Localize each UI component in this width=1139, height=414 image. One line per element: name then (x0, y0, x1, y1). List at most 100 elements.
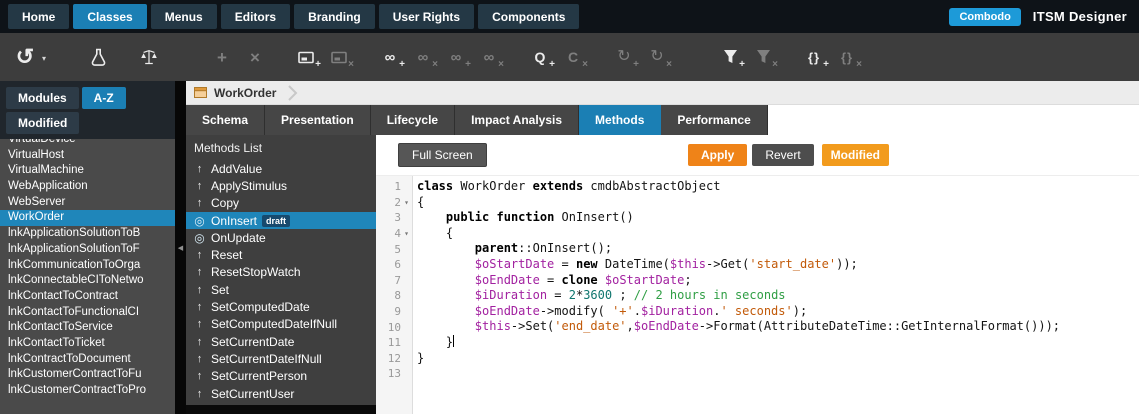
method-item-onupdate[interactable]: ◎OnUpdate (186, 229, 376, 246)
class-list-viewport[interactable]: VirtualDeviceVirtualHostVirtualMachineWe… (0, 139, 175, 414)
method-item-resetstopwatch[interactable]: ↑ ResetStopWatch (186, 264, 376, 281)
code-line[interactable]: class WorkOrder extends cmdbAbstractObje… (417, 179, 1139, 195)
method-item-reset[interactable]: ↑Reset (186, 246, 376, 263)
event-circle-icon: ◎ (193, 231, 206, 245)
method-item-applystimulus[interactable]: ↑ApplyStimulus (186, 177, 376, 194)
toolbar-add-link-button[interactable]: ∞+ (377, 44, 403, 70)
code-line[interactable]: } (417, 335, 1139, 351)
method-item-copy[interactable]: ↑Copy (186, 195, 376, 212)
class-list-item-lnkcontracttodocument[interactable]: lnkContractToDocument (0, 352, 175, 368)
top-nav-branding[interactable]: Branding (294, 4, 375, 29)
tab-impact-analysis[interactable]: Impact Analysis (455, 105, 579, 135)
sidebar-tab-modified[interactable]: Modified (6, 112, 79, 134)
apply-button[interactable]: Apply (688, 144, 747, 166)
method-item-setcurrentdate[interactable]: ↑SetCurrentDate (186, 333, 376, 350)
top-nav-menus[interactable]: Menus (151, 4, 217, 29)
method-item-addvalue[interactable]: ↑AddValue (186, 160, 376, 177)
class-list-item-lnkcustomercontracttofu[interactable]: lnkCustomerContractToFu (0, 367, 175, 383)
method-label: ResetStopWatch (211, 265, 301, 279)
add-method-badge: + (823, 60, 829, 70)
tab-presentation[interactable]: Presentation (265, 105, 371, 135)
top-nav-components[interactable]: Components (478, 4, 579, 29)
method-item-setcurrentuser[interactable]: ↑SetCurrentUser (186, 385, 376, 402)
toolbar: ↺▾+×+×∞+∞×∞+∞×Q+C×↻+↻×+×{}+{}× (0, 33, 1139, 81)
top-nav-user-rights[interactable]: User Rights (379, 4, 474, 29)
code-line[interactable]: { (417, 195, 1139, 211)
delete-icon: × (250, 49, 260, 66)
arrow-up-icon: ↑ (193, 284, 206, 296)
gutter-line: 2▾ (376, 195, 412, 211)
toolbar-add-filter-button[interactable]: + (717, 44, 743, 70)
class-list-item-lnkcontacttocontract[interactable]: lnkContactToContract (0, 289, 175, 305)
code-pane[interactable]: class WorkOrder extends cmdbAbstractObje… (413, 176, 1139, 414)
method-item-setcomputeddate[interactable]: ↑SetComputedDate (186, 298, 376, 315)
class-list-item-lnkcontacttoservice[interactable]: lnkContactToService (0, 320, 175, 336)
code-line[interactable]: $oStartDate = new DateTime($this->Get('s… (417, 257, 1139, 273)
class-list-item-workorder[interactable]: WorkOrder (0, 210, 175, 226)
arrow-up-icon: ↑ (193, 266, 206, 278)
toolbar-add-query-button[interactable]: Q+ (527, 44, 553, 70)
revert-button[interactable]: Revert (752, 144, 813, 166)
tab-lifecycle[interactable]: Lifecycle (371, 105, 455, 135)
code-line[interactable]: $this->Set('end_date',$oEndDate->Format(… (417, 319, 1139, 335)
code-line[interactable]: $oEndDate->modify( '+'.$iDuration.' seco… (417, 304, 1139, 320)
class-icon (194, 87, 207, 98)
code-line[interactable]: parent::OnInsert(); (417, 241, 1139, 257)
sidebar-tab-a-z[interactable]: A-Z (82, 87, 126, 109)
class-list-item-lnkcustomercontracttopro[interactable]: lnkCustomerContractToPro (0, 383, 175, 399)
tab-performance[interactable]: Performance (661, 105, 767, 135)
combodo-badge[interactable]: Combodo (949, 8, 1020, 26)
code-line[interactable] (417, 366, 1139, 382)
toolbar-add-method-button[interactable]: {}+ (801, 44, 827, 70)
class-list-item-lnkcommunicationtoorga[interactable]: lnkCommunicationToOrga (0, 258, 175, 274)
code-line[interactable]: $oEndDate = clone $oStartDate; (417, 273, 1139, 289)
app-title: ITSM Designer (1033, 9, 1131, 24)
code-editor[interactable]: 12▾34▾5678910111213 class WorkOrder exte… (376, 175, 1139, 414)
fold-marker-icon[interactable]: ▾ (401, 229, 412, 238)
breadcrumb-title[interactable]: WorkOrder (214, 86, 276, 100)
class-list-item-webapplication[interactable]: WebApplication (0, 179, 175, 195)
sidebar-tab-modules[interactable]: Modules (6, 87, 79, 109)
toolbar-test-class-button[interactable] (85, 44, 111, 70)
delete-stimulus-badge: × (666, 60, 672, 70)
class-list-item-virtualmachine[interactable]: VirtualMachine (0, 163, 175, 179)
tab-schema[interactable]: Schema (186, 105, 265, 135)
fold-marker-icon[interactable]: ▾ (401, 198, 412, 207)
editor-gutter: 12▾34▾5678910111213 (376, 176, 413, 414)
arrow-up-icon: ↑ (193, 353, 206, 365)
methods-panel-scrollbar[interactable] (186, 405, 376, 414)
class-list-item-lnkcontacttofunctionalci[interactable]: lnkContactToFunctionalCI (0, 305, 175, 321)
code-line[interactable]: public function OnInsert() (417, 210, 1139, 226)
code-line[interactable]: $iDuration = 2*3600 ; // 2 hours in seco… (417, 288, 1139, 304)
arrow-up-icon: ↑ (193, 336, 206, 348)
toolbar-add-field-button[interactable]: + (293, 44, 319, 70)
delete-field-badge: × (348, 60, 354, 70)
top-nav-classes[interactable]: Classes (73, 4, 146, 29)
toolbar-compare-button[interactable] (136, 44, 162, 70)
method-item-oninsert[interactable]: ◎OnInsertdraft (186, 212, 376, 229)
method-item-setcurrentperson[interactable]: ↑SetCurrentPerson (186, 368, 376, 385)
fullscreen-button[interactable]: Full Screen (398, 143, 487, 167)
class-list-item-lnkconnectablecitonetwo[interactable]: lnkConnectableCIToNetwo (0, 273, 175, 289)
class-list-item-virtualhost[interactable]: VirtualHost (0, 148, 175, 164)
class-list-item-lnkapplicationsolutiontof[interactable]: lnkApplicationSolutionToF (0, 242, 175, 258)
method-item-set[interactable]: ↑Set (186, 281, 376, 298)
undo-icon: ↺ (16, 46, 34, 68)
sidebar-collapse-handle[interactable]: ◀ (175, 81, 186, 414)
undo-dropdown-icon[interactable]: ▾ (42, 54, 46, 63)
line-number: 1 (376, 180, 401, 193)
breadcrumb: WorkOrder (186, 81, 1139, 105)
code-line[interactable]: { (417, 226, 1139, 242)
top-nav-home[interactable]: Home (8, 4, 69, 29)
delete-method-icon: {} (841, 51, 853, 64)
class-list-item-webserver[interactable]: WebServer (0, 195, 175, 211)
method-item-setcurrentdateifnull[interactable]: ↑SetCurrentDateIfNull (186, 350, 376, 367)
tab-methods[interactable]: Methods (579, 105, 661, 135)
class-list-item-lnkapplicationsolutiontob[interactable]: lnkApplicationSolutionToB (0, 226, 175, 242)
top-nav-editors[interactable]: Editors (221, 4, 290, 29)
code-line[interactable]: } (417, 351, 1139, 367)
class-list-item-lnkcontacttoticket[interactable]: lnkContactToTicket (0, 336, 175, 352)
toolbar-undo-button[interactable]: ↺▾ (12, 44, 38, 70)
class-list-item-virtualdevice[interactable]: VirtualDevice (0, 139, 175, 148)
method-item-setcomputeddateifnull[interactable]: ↑SetComputedDateIfNull (186, 316, 376, 333)
